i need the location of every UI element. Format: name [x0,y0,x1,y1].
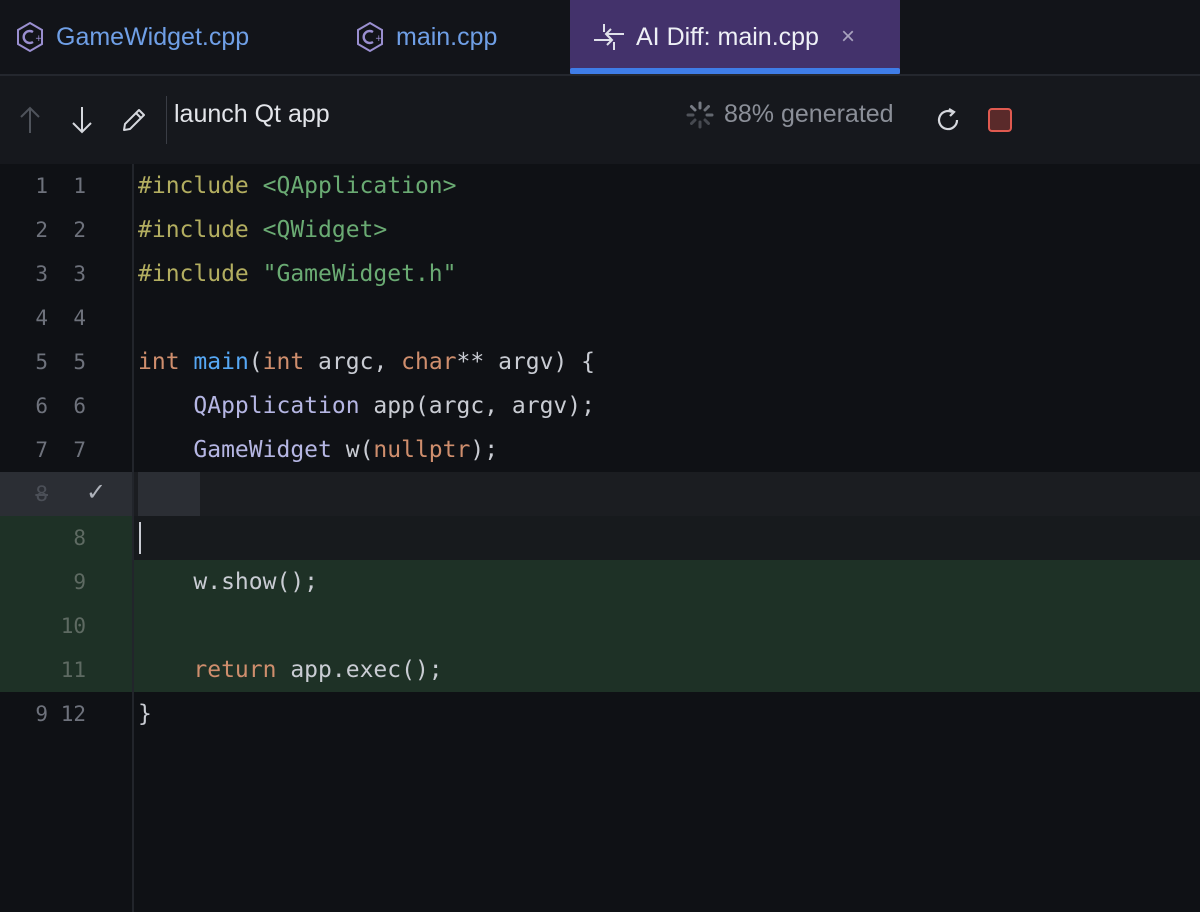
code-text: } [138,701,152,727]
arrow-up-icon [20,106,40,133]
code-line: 2 2 #include <QWidget> [0,208,1200,252]
added-code-line: 9 w.show(); [0,560,1200,604]
pencil-icon [123,109,145,131]
svg-text:+: + [375,34,383,44]
tab-label: main.cpp [396,22,498,51]
code-line: 6 6 QApplication app(argc, argv); [0,384,1200,428]
cpp-file-icon: + [14,21,46,53]
code-line: 9 12 } [0,692,1200,736]
tab-main-cpp[interactable]: + main.cpp [354,0,497,74]
edit-prompt-button[interactable] [116,102,152,138]
previous-change-button[interactable] [12,102,48,138]
old-line-number: 9 [35,702,48,726]
close-icon[interactable]: × [841,23,855,51]
code-line: 3 3 #include "GameWidget.h" [0,252,1200,296]
added-code-line: 11 return app.exec(); [0,648,1200,692]
old-line-number: 4 [35,306,48,330]
new-line-number: 5 [73,350,86,374]
generation-status: 88% generated [686,100,894,129]
diff-icon [592,22,626,52]
tab-label: GameWidget.cpp [56,22,250,51]
new-line-number: 6 [73,394,86,418]
accept-change-icon[interactable]: ✓ [86,478,106,507]
tab-ai-diff-main-cpp[interactable]: AI Diff: main.cpp × [570,0,900,74]
old-line-number: 2 [35,218,48,242]
old-line-number: 1 [35,174,48,198]
new-line-number: 12 [60,702,86,726]
code-line: 7 7 GameWidget w(nullptr); [0,428,1200,472]
editor-tab-bar: + GameWidget.cpp + main.cpp AI Diff: mai… [0,0,1200,76]
removed-code-highlight [138,472,200,516]
arrow-down-icon [72,107,92,134]
removed-code-line: 8 ✓ [0,472,1200,516]
code-text: QApplication app(argc, argv); [193,393,595,419]
prompt-text: launch Qt app [174,100,330,128]
new-line-number: 10 [60,614,86,638]
code-text: #include "GameWidget.h" [138,261,457,287]
code-line: 4 4 [0,296,1200,340]
svg-text:+: + [35,34,43,44]
code-line: 1 1 #include <QApplication> [0,164,1200,208]
code-line: 5 5 int main(int argc, char** argv) { [0,340,1200,384]
new-line-number: 3 [73,262,86,286]
tab-label: AI Diff: main.cpp [636,22,819,51]
tab-gamewidget-cpp[interactable]: + GameWidget.cpp [14,0,249,74]
code-text: int main(int argc, char** argv) { [138,349,596,375]
code-text: #include <QApplication> [138,173,457,199]
new-line-number: 7 [73,438,86,462]
old-line-number: 8 [35,482,48,506]
old-line-number: 7 [35,438,48,462]
new-line-number: 11 [60,658,86,682]
next-change-button[interactable] [64,102,100,138]
toolbar-divider [166,96,167,144]
new-line-number: 1 [73,174,86,198]
code-text: #include <QWidget> [138,217,388,243]
old-line-number: 6 [35,394,48,418]
new-line-number: 4 [73,306,86,330]
diff-editor[interactable]: 1 1 #include <QApplication> 2 2 #include… [0,164,1200,912]
refresh-icon [937,108,959,131]
code-text: GameWidget w(nullptr); [193,437,499,463]
added-code-line: 8 [0,516,1200,560]
old-line-number: 5 [35,350,48,374]
new-line-number: 2 [73,218,86,242]
status-text: 88% generated [724,100,894,128]
loading-spinner-icon [686,101,714,129]
new-line-number: 8 [73,526,86,550]
diff-toolbar: launch Qt app 88% generated [0,76,1200,164]
gutter-divider [132,164,134,912]
code-text: return app.exec(); [193,657,443,683]
stop-generation-button[interactable] [982,102,1018,138]
code-text: w.show(); [138,569,319,595]
cpp-file-icon: + [354,21,386,53]
stop-icon [988,108,1012,132]
text-cursor [139,522,141,554]
added-code-line: 10 [0,604,1200,648]
old-line-number: 3 [35,262,48,286]
regenerate-button[interactable] [930,102,966,138]
new-line-number: 9 [73,570,86,594]
